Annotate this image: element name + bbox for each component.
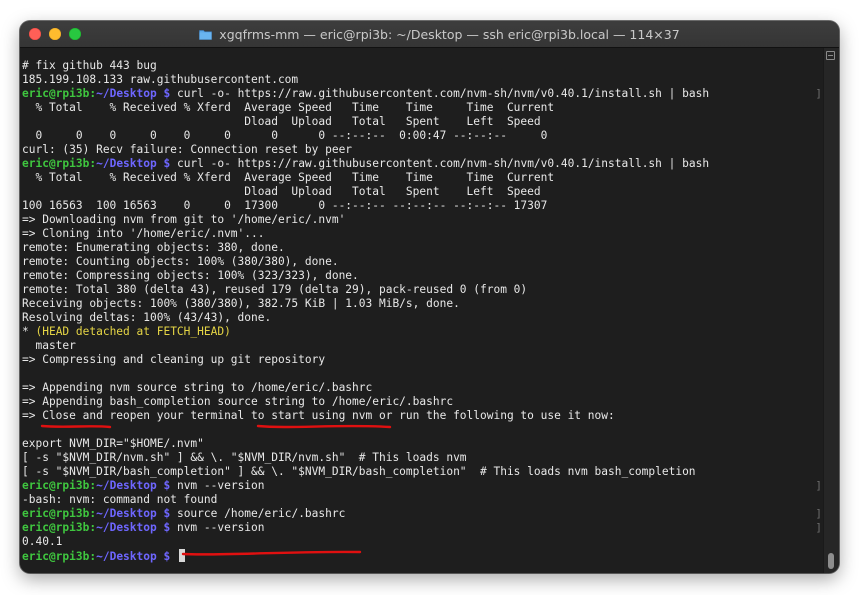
prompt-user: eric@rpi3b xyxy=(22,87,90,100)
prompt-symbol: $ xyxy=(156,507,177,520)
head-detached-text: (HEAD detached at FETCH_HEAD) xyxy=(35,325,231,338)
output-line: => Downloading nvm from git to '/home/er… xyxy=(22,213,346,226)
prompt-user: eric@rpi3b xyxy=(22,521,90,534)
output-line: => Cloning into '/home/eric/.nvm'... xyxy=(22,227,265,240)
terminal-output[interactable]: # fix github 443 bug 185.199.108.133 raw… xyxy=(20,48,824,573)
prompt-user: eric@rpi3b xyxy=(22,479,90,492)
prompt-path: ~/Desktop xyxy=(96,157,157,170)
output-line: [ -s "$NVM_DIR/bash_completion" ] && \. … xyxy=(22,465,696,478)
scroll-thumb[interactable] xyxy=(828,553,834,569)
output-line: => Close and reopen your terminal to sta… xyxy=(22,409,615,422)
output-line: curl: (35) Recv failure: Connection rese… xyxy=(22,143,353,156)
line-mark: ] xyxy=(815,521,822,534)
folder-icon xyxy=(199,29,213,40)
window-title: xgqfrms-mm — eric@rpi3b: ~/Desktop — ssh… xyxy=(219,26,680,42)
output-line: => Appending bash_completion source stri… xyxy=(22,395,454,408)
prompt-symbol: $ xyxy=(156,550,177,563)
output-line: % Total % Received % Xferd Average Speed… xyxy=(22,171,555,184)
output-line: [ -s "$NVM_DIR/nvm.sh" ] && \. "$NVM_DIR… xyxy=(22,451,467,464)
command-line: eric@rpi3b:~/Desktop $ curl -o- https://… xyxy=(22,87,824,101)
output-line: remote: Counting objects: 100% (380/380)… xyxy=(22,255,339,268)
branch-marker: * xyxy=(22,325,36,338)
output-line: 0.40.1 xyxy=(22,535,63,548)
line-mark: ] xyxy=(815,479,822,492)
command-line: eric@rpi3b:~/Desktop $ source /home/eric… xyxy=(22,507,824,521)
output-line: Dload Upload Total Spent Left Speed xyxy=(22,115,541,128)
output-line: # fix github 443 bug xyxy=(22,59,157,72)
command-line: eric@rpi3b:~/Desktop $ curl -o- https://… xyxy=(22,157,824,171)
prompt-symbol: $ xyxy=(156,479,177,492)
output-line: => Appending nvm source string to /home/… xyxy=(22,381,373,394)
prompt-path: ~/Desktop xyxy=(96,550,157,563)
prompt-user: eric@rpi3b xyxy=(22,507,90,520)
output-line: remote: Enumerating objects: 380, done. xyxy=(22,241,285,254)
prompt-symbol: $ xyxy=(156,157,177,170)
command-text: source /home/eric/.bashrc xyxy=(176,507,346,520)
command-line: eric@rpi3b:~/Desktop $ nvm --version] xyxy=(22,521,824,535)
prompt-symbol: $ xyxy=(156,87,177,100)
vertical-scrollbar[interactable] xyxy=(823,48,839,573)
command-line: eric@rpi3b:~/Desktop $ nvm --version] xyxy=(22,479,824,493)
output-line: 0 0 0 0 0 0 0 0 --:--:-- 0:00:47 --:--:-… xyxy=(22,129,548,142)
output-line: 185.199.108.133 raw.githubusercontent.co… xyxy=(22,73,299,86)
prompt-path: ~/Desktop xyxy=(96,479,157,492)
prompt-symbol: $ xyxy=(156,521,177,534)
line-mark: ] xyxy=(815,507,822,520)
text-cursor xyxy=(178,549,185,562)
terminal-window: xgqfrms-mm — eric@rpi3b: ~/Desktop — ssh… xyxy=(20,21,839,573)
output-line: % Total % Received % Xferd Average Speed… xyxy=(22,101,555,114)
output-line: remote: Compressing objects: 100% (323/3… xyxy=(22,269,359,282)
prompt-user: eric@rpi3b xyxy=(22,550,90,563)
prompt-user: eric@rpi3b xyxy=(22,157,90,170)
output-line: master xyxy=(22,339,76,352)
command-text: nvm --version xyxy=(176,521,265,534)
output-line: => Compressing and cleaning up git repos… xyxy=(22,353,326,366)
prompt-path: ~/Desktop xyxy=(96,521,157,534)
output-line: Dload Upload Total Spent Left Speed xyxy=(22,185,541,198)
scroll-split-button[interactable] xyxy=(826,51,835,60)
command-line[interactable]: eric@rpi3b:~/Desktop $ xyxy=(22,549,824,563)
command-text: curl -o- https://raw.githubusercontent.c… xyxy=(176,157,710,170)
prompt-path: ~/Desktop xyxy=(96,87,157,100)
output-line: 100 16563 100 16563 0 0 17300 0 --:--:--… xyxy=(22,199,548,212)
command-text: curl -o- https://raw.githubusercontent.c… xyxy=(176,87,710,100)
command-text: nvm --version xyxy=(176,479,265,492)
output-line: export NVM_DIR="$HOME/.nvm" xyxy=(22,437,204,450)
title-bar[interactable]: xgqfrms-mm — eric@rpi3b: ~/Desktop — ssh… xyxy=(20,21,839,48)
output-line: Resolving deltas: 100% (43/43), done. xyxy=(22,311,272,324)
output-line: remote: Total 380 (delta 43), reused 179… xyxy=(22,283,528,296)
output-line: -bash: nvm: command not found xyxy=(22,493,218,506)
output-line: * (HEAD detached at FETCH_HEAD) xyxy=(22,325,824,339)
prompt-path: ~/Desktop xyxy=(96,507,157,520)
line-mark: ] xyxy=(815,87,822,100)
output-line: Receiving objects: 100% (380/380), 382.7… xyxy=(22,297,460,310)
